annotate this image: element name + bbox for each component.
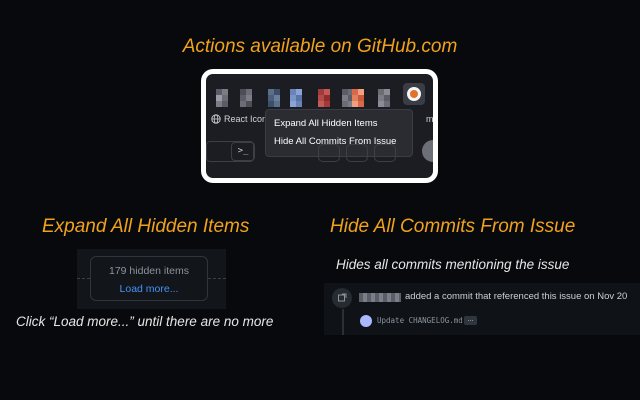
bookmark-label: React Icon	[224, 114, 268, 124]
main-heading: Actions available on GitHub.com	[182, 36, 458, 57]
hide-caption: Hides all commits mentioning the issue	[336, 257, 570, 272]
timeline-dash	[208, 278, 226, 279]
commit-event-text: added a commit that referenced this issu…	[405, 291, 628, 302]
load-more-link[interactable]: Load more...	[91, 283, 207, 295]
reference-icon	[338, 293, 347, 302]
extension-icon[interactable]	[290, 89, 308, 107]
expand-caption: Click “Load more...” until there are no …	[16, 314, 274, 329]
extension-icon[interactable]	[318, 89, 336, 107]
extension-icon[interactable]	[240, 89, 258, 107]
commit-message-link[interactable]: Update CHANGELOG.md	[377, 316, 463, 325]
cross-reference-icon	[332, 288, 352, 308]
hidden-items-count: 179 hidden items	[109, 265, 189, 277]
commit-author-avatar[interactable]	[360, 315, 372, 327]
terminal-button[interactable]: >_	[231, 142, 255, 161]
toolbar-button[interactable]	[318, 144, 340, 162]
expand-demo-panel: 179 hidden items Load more...	[77, 249, 226, 309]
hidden-items-box: 179 hidden items Load more...	[90, 256, 208, 301]
expand-heading: Expand All Hidden Items	[42, 216, 250, 237]
timeline-dash	[77, 278, 90, 279]
toolbar-button[interactable]	[346, 144, 368, 162]
extension-icon[interactable]	[268, 89, 286, 107]
menu-item-expand-all[interactable]: Expand All Hidden Items	[274, 118, 378, 129]
browser-toolbar: React Icon m Expand All Hidden Items Hid…	[206, 74, 433, 178]
github-extension-icon[interactable]	[403, 83, 425, 105]
globe-icon	[211, 114, 221, 124]
extension-icon[interactable]	[216, 89, 234, 107]
extension-icon[interactable]	[352, 89, 370, 107]
avatar[interactable]	[422, 140, 433, 162]
timeline-line	[342, 309, 344, 335]
commit-event-panel: added a commit that referenced this issu…	[324, 283, 640, 335]
bookmark-edge-text: m	[426, 114, 433, 124]
toolbar-button[interactable]	[374, 144, 396, 162]
octocat-icon	[407, 87, 421, 101]
expand-commit-button[interactable]: ...	[464, 316, 477, 325]
extension-icon[interactable]	[378, 89, 396, 107]
bookmark-react-icon[interactable]: React Icon	[211, 114, 267, 124]
browser-screenshot-frame: React Icon m Expand All Hidden Items Hid…	[201, 69, 438, 183]
hide-heading: Hide All Commits From Issue	[330, 216, 576, 237]
redacted-username	[359, 293, 401, 302]
